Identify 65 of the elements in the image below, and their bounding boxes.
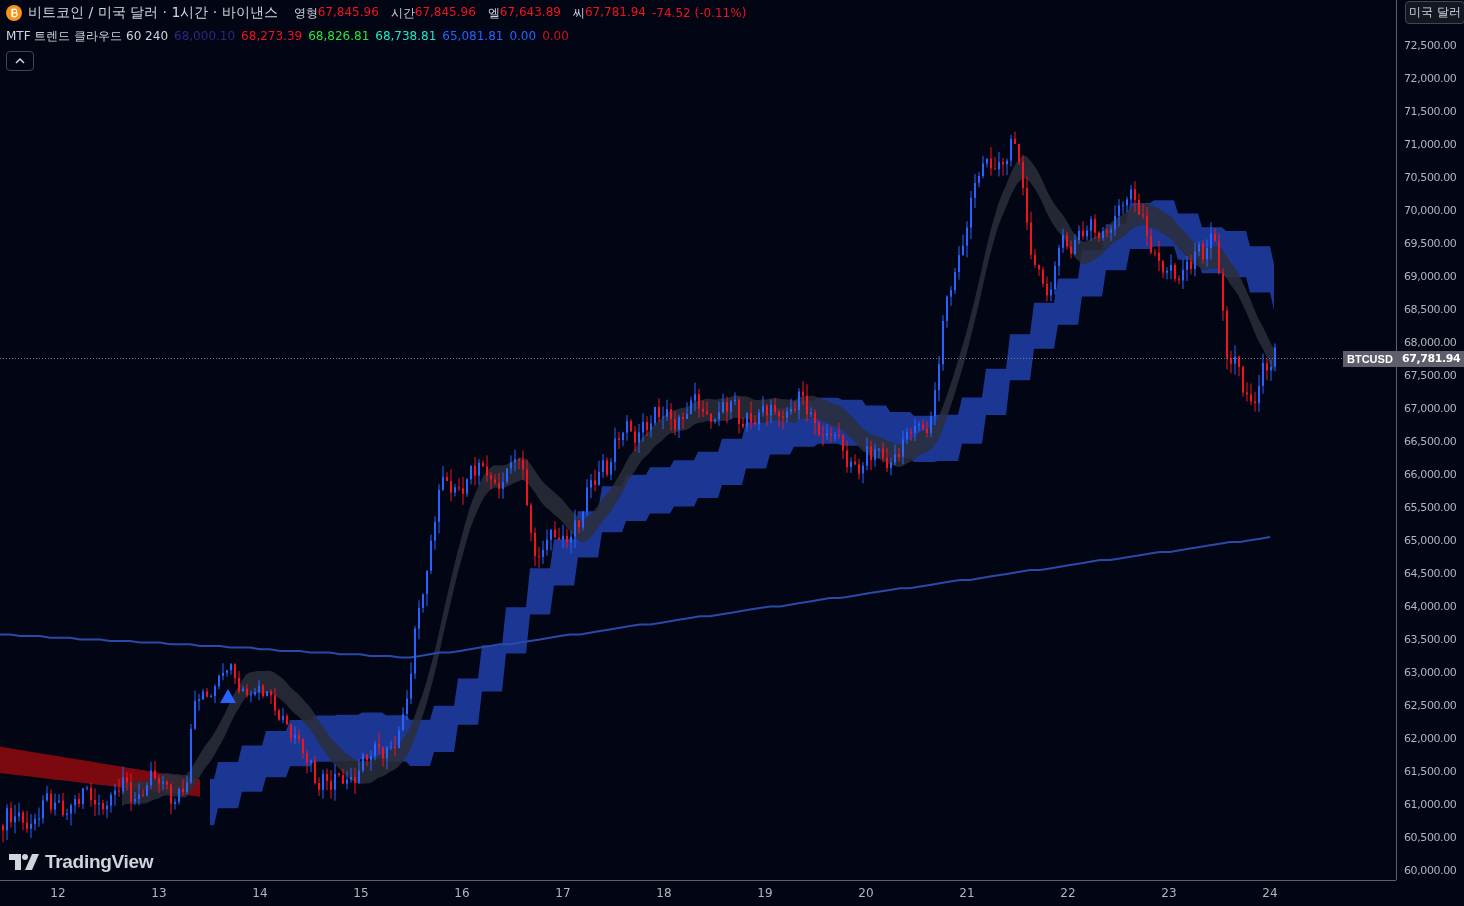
- price-label: 67,500.00: [1404, 369, 1457, 383]
- symbol-title[interactable]: 비트코인 / 미국 달러 · 1시간 · 바이낸스: [28, 4, 278, 22]
- price-label: 66,000.00: [1404, 468, 1457, 482]
- logo-icon: [9, 854, 39, 870]
- price-change: -74.52 (-0.11%): [652, 6, 747, 20]
- price-label: 65,500.00: [1404, 501, 1457, 515]
- time-label: 15: [352, 886, 370, 900]
- time-label: 18: [655, 886, 673, 900]
- ohlc-label: 영형: [293, 4, 318, 22]
- time-label: 13: [150, 886, 168, 900]
- price-label: 61,500.00: [1404, 765, 1457, 779]
- symbol-tag: BTCUSD: [1343, 351, 1396, 367]
- indicator-value: 68,738.81: [375, 29, 437, 43]
- indicator-value: 0.00: [509, 29, 537, 43]
- collapse-button[interactable]: [6, 51, 34, 71]
- price-label: 71,000.00: [1404, 138, 1457, 152]
- price-label: 70,500.00: [1404, 171, 1457, 185]
- price-label: 62,500.00: [1404, 699, 1457, 713]
- ohlc-value: 67,845.96: [414, 4, 476, 21]
- price-label: 62,000.00: [1404, 732, 1457, 746]
- indicator-value: 68,000.10: [174, 29, 236, 43]
- price-label: 72,000.00: [1404, 72, 1457, 86]
- time-label: 17: [554, 886, 572, 900]
- time-label: 16: [453, 886, 471, 900]
- time-label: 20: [857, 886, 875, 900]
- time-label: 23: [1160, 886, 1178, 900]
- price-label: 64,000.00: [1404, 600, 1457, 614]
- price-label: 61,000.00: [1404, 798, 1457, 812]
- chevron-up-icon: [15, 58, 25, 64]
- time-label: 14: [251, 886, 269, 900]
- price-label: 64,500.00: [1404, 567, 1457, 581]
- price-label: 68,500.00: [1404, 303, 1457, 317]
- price-label: 60,000.00: [1404, 864, 1457, 878]
- indicator-value: 65,081.81: [442, 29, 504, 43]
- indicator-value: 68,273.39: [241, 29, 303, 43]
- price-label: 63,000.00: [1404, 666, 1457, 680]
- time-label: 12: [49, 886, 67, 900]
- price-label: 70,000.00: [1404, 204, 1457, 218]
- ohlc-value: 67,845.96: [317, 4, 379, 21]
- price-label: 72,500.00: [1404, 39, 1457, 53]
- price-label: 71,500.00: [1404, 105, 1457, 119]
- price-label: 68,000.00: [1404, 336, 1457, 350]
- price-label: 60,500.00: [1404, 831, 1457, 845]
- ohlc-value: 67,643.89: [499, 4, 561, 21]
- indicator-value: 68,826.81: [308, 29, 370, 43]
- price-label: 66,500.00: [1404, 435, 1457, 449]
- price-label: 67,000.00: [1404, 402, 1457, 416]
- time-label: 19: [756, 886, 774, 900]
- indicator-value: 0.00: [542, 29, 569, 43]
- price-label: 69,000.00: [1404, 270, 1457, 284]
- ohlc-label: 엘: [487, 4, 500, 22]
- currency-button[interactable]: 미국 달러: [1405, 1, 1464, 24]
- time-label: 22: [1059, 886, 1077, 900]
- tradingview-logo[interactable]: TradingView: [9, 851, 154, 873]
- bitcoin-icon: [6, 5, 22, 21]
- ohlc-value: 67,781.94: [584, 4, 646, 21]
- ohlc-label: 시간: [390, 4, 415, 22]
- price-label: 63,500.00: [1404, 633, 1457, 647]
- last-price-label: 67,781.94: [1397, 351, 1464, 367]
- ohlc-label: 씨: [572, 4, 585, 22]
- price-label: 65,000.00: [1404, 534, 1457, 548]
- time-label: 24: [1261, 886, 1279, 900]
- time-label: 21: [958, 886, 976, 900]
- indicator-name[interactable]: MTF 트렌드 클라우드 60 240: [6, 27, 169, 45]
- price-label: 69,500.00: [1404, 237, 1457, 251]
